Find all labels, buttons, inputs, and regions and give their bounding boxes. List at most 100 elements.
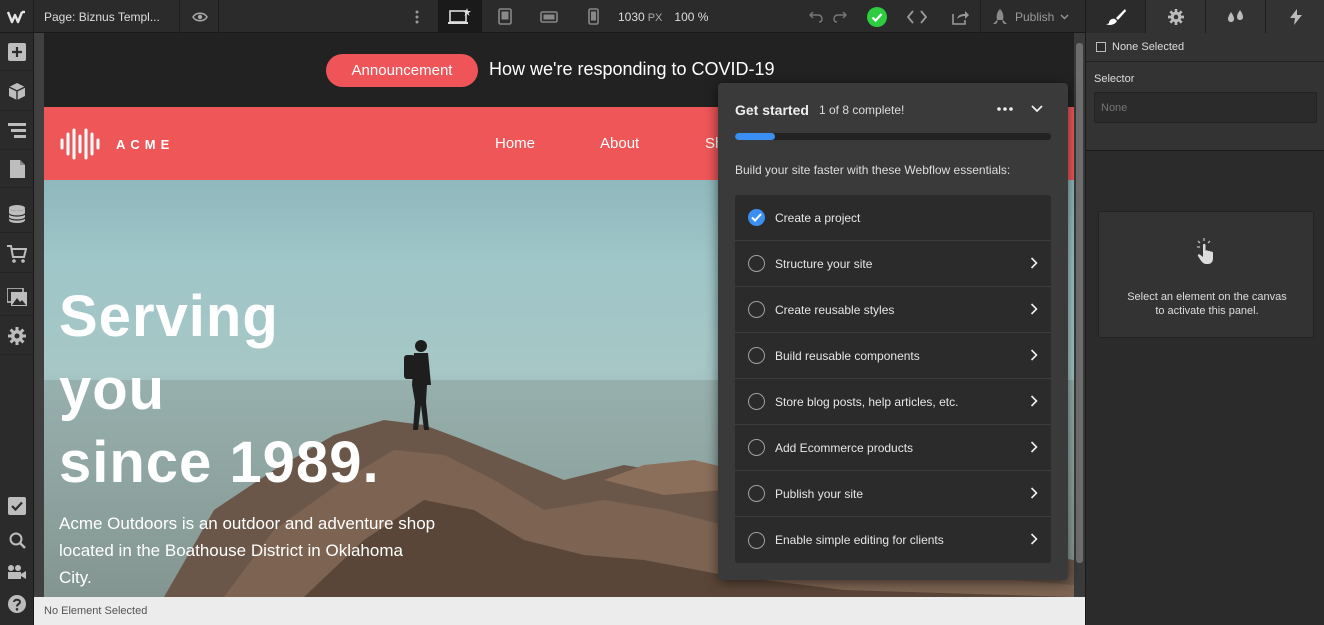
chevron-right-icon bbox=[1027, 302, 1041, 316]
publish-label: Publish bbox=[1015, 9, 1055, 24]
vertical-dots-icon bbox=[415, 10, 419, 23]
checklist-item-label: Store blog posts, help articles, etc. bbox=[775, 394, 959, 409]
none-selected-checkbox[interactable]: None Selected bbox=[1096, 41, 1184, 53]
tab-style[interactable] bbox=[1086, 0, 1146, 33]
publish-button[interactable]: Publish bbox=[980, 0, 1085, 33]
drops-icon bbox=[1227, 9, 1243, 22]
checklist-item[interactable]: Structure your site bbox=[735, 241, 1051, 287]
help-button[interactable] bbox=[0, 585, 34, 623]
symbols-button[interactable] bbox=[0, 73, 34, 111]
tab-element-settings[interactable] bbox=[1146, 0, 1206, 33]
preview-button[interactable] bbox=[181, 0, 219, 33]
chevron-right-icon bbox=[1027, 394, 1041, 408]
gear-icon bbox=[1167, 8, 1184, 25]
empty-circle-icon bbox=[748, 393, 765, 410]
site-status-indicator[interactable] bbox=[864, 0, 890, 33]
redo-button[interactable] bbox=[830, 0, 850, 33]
page-icon bbox=[9, 159, 25, 178]
paintbrush-icon bbox=[1105, 8, 1126, 25]
announcement-text[interactable]: How we're responding to COVID-19 bbox=[489, 59, 775, 80]
tasks-button[interactable] bbox=[0, 487, 34, 525]
navigator-button[interactable] bbox=[0, 112, 34, 150]
left-toolbar bbox=[0, 33, 34, 625]
navigator-layers-icon bbox=[8, 123, 26, 138]
checklist-item[interactable]: Create a project bbox=[735, 195, 1051, 241]
hero-subtitle[interactable]: Acme Outdoors is an outdoor and adventur… bbox=[59, 510, 439, 591]
redo-icon bbox=[833, 10, 847, 23]
more-options-button[interactable] bbox=[398, 0, 436, 33]
get-started-count: 1 of 8 complete! bbox=[819, 103, 905, 117]
get-started-title: Get started bbox=[735, 102, 809, 118]
canvas-width-readout: 1030 PX bbox=[618, 10, 662, 24]
canvas-scrollbar[interactable] bbox=[1074, 33, 1085, 597]
checklist-item[interactable]: Create reusable styles bbox=[735, 287, 1051, 333]
canvas-scrollbar-thumb[interactable] bbox=[1076, 43, 1083, 563]
checklist-item[interactable]: Store blog posts, help articles, etc. bbox=[735, 379, 1051, 425]
pointer-click-icon bbox=[1197, 238, 1213, 264]
mobile-portrait-icon bbox=[587, 8, 599, 25]
mobile-landscape-icon bbox=[540, 10, 558, 23]
nav-link-home[interactable]: Home bbox=[495, 135, 535, 152]
site-brand[interactable]: ACME bbox=[60, 128, 174, 160]
checklist-item[interactable]: Enable simple editing for clients bbox=[735, 517, 1051, 563]
chevron-right-icon bbox=[1027, 532, 1041, 546]
desktop-star-icon bbox=[448, 7, 471, 24]
plus-square-icon bbox=[8, 42, 26, 61]
checklist-item[interactable]: Publish your site bbox=[735, 471, 1051, 517]
announcement-pill[interactable]: Announcement bbox=[326, 54, 478, 87]
pages-button[interactable] bbox=[0, 150, 34, 188]
checkmark-circle-icon bbox=[867, 6, 887, 27]
lightning-icon bbox=[1289, 8, 1302, 25]
hero-title[interactable]: Serving you since 1989. bbox=[59, 280, 479, 499]
undo-button[interactable] bbox=[806, 0, 826, 33]
none-selected-label: None Selected bbox=[1112, 41, 1185, 53]
selector-label: Selector bbox=[1094, 73, 1135, 85]
tab-style-manager[interactable] bbox=[1206, 0, 1266, 33]
empty-circle-icon bbox=[748, 301, 765, 318]
cms-button[interactable] bbox=[0, 195, 34, 233]
cube-icon bbox=[8, 83, 26, 100]
checklist-item-label: Publish your site bbox=[775, 486, 864, 501]
checklist-item[interactable]: Build reusable components bbox=[735, 333, 1051, 379]
breakpoint-tablet-button[interactable] bbox=[483, 0, 527, 33]
page-selector[interactable]: Page: Biznus Templ... bbox=[35, 0, 180, 33]
get-started-more-button[interactable] bbox=[994, 99, 1016, 119]
section-divider bbox=[1086, 61, 1324, 62]
settings-button[interactable] bbox=[0, 317, 34, 355]
breakpoint-portrait-button[interactable] bbox=[571, 0, 615, 33]
shopping-cart-icon bbox=[7, 244, 27, 263]
eye-icon bbox=[191, 12, 208, 21]
canvas-size-readout: 1030 PX 100 % bbox=[618, 0, 708, 33]
checkbox-checked-icon bbox=[8, 497, 26, 515]
breakpoint-landscape-button[interactable] bbox=[527, 0, 571, 33]
help-question-icon bbox=[8, 595, 26, 613]
zoom-readout: 100 % bbox=[674, 9, 709, 24]
selector-section: None Selected Selector bbox=[1086, 33, 1324, 151]
chevron-down-icon bbox=[1031, 105, 1043, 113]
canvas-width-value: 1030 bbox=[618, 9, 645, 24]
code-export-button[interactable] bbox=[900, 0, 934, 33]
soundwave-logo-icon bbox=[60, 128, 100, 160]
users-video-icon bbox=[8, 565, 26, 579]
breakpoint-desktop-button[interactable] bbox=[438, 0, 482, 33]
checklist-item-label: Structure your site bbox=[775, 256, 873, 271]
nav-link-about[interactable]: About bbox=[600, 135, 639, 152]
chevron-right-icon bbox=[1027, 440, 1041, 454]
share-button[interactable] bbox=[944, 0, 976, 33]
ecommerce-button[interactable] bbox=[0, 235, 34, 273]
tab-interactions[interactable] bbox=[1266, 0, 1324, 33]
add-elements-button[interactable] bbox=[0, 33, 34, 71]
selector-input[interactable] bbox=[1094, 92, 1317, 123]
get-started-collapse-button[interactable] bbox=[1026, 99, 1048, 119]
assets-button[interactable] bbox=[0, 278, 34, 316]
checkmark-circle-icon bbox=[748, 209, 765, 226]
checklist-item-label: Create reusable styles bbox=[775, 302, 895, 317]
empty-circle-icon bbox=[748, 485, 765, 502]
webflow-logo-icon[interactable] bbox=[0, 0, 34, 33]
empty-state-card: Select an element on the canvas to activ… bbox=[1098, 211, 1314, 338]
status-bar: No Element Selected bbox=[34, 597, 1085, 625]
empty-circle-icon bbox=[748, 255, 765, 272]
style-panel: None Selected Selector Select an element… bbox=[1085, 0, 1324, 625]
chevron-right-icon bbox=[1027, 256, 1041, 270]
checklist-item[interactable]: Add Ecommerce products bbox=[735, 425, 1051, 471]
